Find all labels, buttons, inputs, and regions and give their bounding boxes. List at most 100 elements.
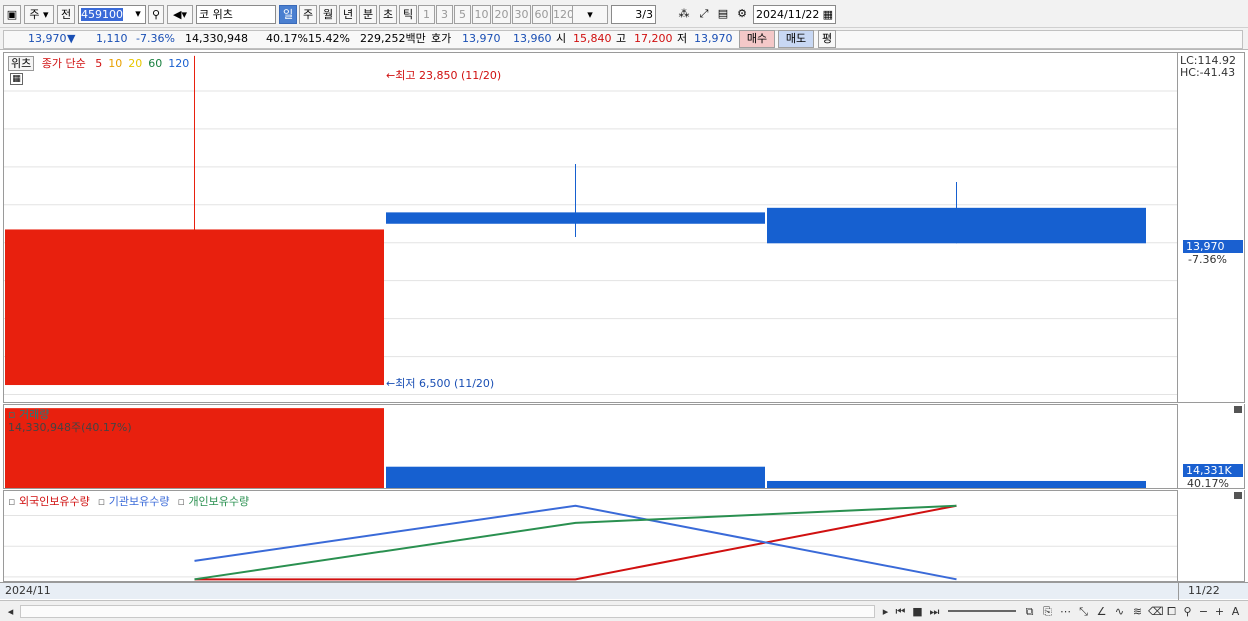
- fib-icon[interactable]: ≋: [1130, 604, 1145, 619]
- ask-label: 호가: [431, 32, 452, 45]
- volume-pct: 40.17%: [266, 32, 308, 45]
- interval-tab-3[interactable]: 10: [472, 5, 491, 24]
- period-tab-0[interactable]: 일: [279, 5, 297, 24]
- copy-icon[interactable]: ⎘: [1040, 604, 1055, 619]
- interval-tab-0[interactable]: 1: [418, 5, 435, 24]
- font-size-icon[interactable]: A: [1228, 604, 1243, 619]
- zoom-out-icon[interactable]: −: [1196, 604, 1211, 619]
- change-value: 1,110: [96, 32, 128, 45]
- draw-tool-icon[interactable]: ⧉: [1022, 604, 1037, 619]
- type-select[interactable]: 주 ▾: [24, 5, 54, 24]
- ask2-value: 13,960: [513, 32, 552, 45]
- legend-marker-icon: ▫: [8, 495, 19, 508]
- price-legend: 위츠 종가 단순 5 10 20 60 120: [8, 55, 189, 71]
- volume-note: 14,330,948주(40.17%): [8, 421, 132, 434]
- date-start: 2024/11: [5, 584, 51, 597]
- type-label: 주: [29, 8, 40, 21]
- holdings-pane[interactable]: ▫ 외국인보유수량 ▫ 기관보유수량 ▫ 개인보유수량: [3, 490, 1178, 582]
- quote-bar: 13,970 ▼ 1,110 -7.36% 14,330,948 40.17% …: [0, 28, 1248, 50]
- period-tab-1[interactable]: 주: [299, 5, 317, 24]
- stop-icon[interactable]: ■: [910, 604, 925, 619]
- code-dropdown-icon[interactable]: ▾: [131, 5, 145, 24]
- scroll-right-icon[interactable]: ▸: [878, 604, 893, 619]
- zoom-in-icon[interactable]: +: [1212, 604, 1227, 619]
- candle-body: [767, 207, 1146, 244]
- holdings-legend-item: ▫ 기관보유수량: [98, 495, 170, 508]
- volume-pane[interactable]: ▫ 거래량 14,330,948주(40.17%): [3, 404, 1178, 489]
- chart-area: 위츠 종가 단순 5 10 20 60 120 ▦ ←최고 23,850 (11/20)…: [0, 50, 1248, 600]
- trendline-icon[interactable]: ⤡: [1076, 604, 1091, 619]
- calendar-icon[interactable]: ▦: [823, 6, 833, 23]
- interval-dropdown[interactable]: ▾: [572, 5, 608, 24]
- holdings-legend-item: ▫ 외국인보유수량: [8, 495, 90, 508]
- holdings-legend: ▫ 외국인보유수량 ▫ 기관보유수량 ▫ 개인보유수량: [8, 493, 257, 509]
- angle-icon[interactable]: ∠: [1094, 604, 1109, 619]
- rewind-icon[interactable]: ⏮: [893, 604, 908, 619]
- high-note: 최고 23,850 (11/20): [395, 69, 502, 82]
- amount-value: 229,252백만: [360, 32, 426, 45]
- volume-pct-label: 40.17%: [1187, 477, 1229, 490]
- scroll-bar: ◂ ▸ ⏮ ■ ⏭ ⧉ ⎘ ⋯ ⤡ ∠ ∿ ≋ ⌫ ⧠ ⚲ − + A: [0, 600, 1248, 621]
- price-pane[interactable]: 위츠 종가 단순 5 10 20 60 120 ▦ ←최고 23,850 (11/20)…: [3, 52, 1178, 403]
- holdings-legend-item: ▫ 개인보유수량: [177, 495, 249, 508]
- scroll-track[interactable]: [20, 605, 875, 618]
- ma-period-4: 120: [168, 57, 190, 70]
- interval-tab-4[interactable]: 20: [492, 5, 511, 24]
- page-field[interactable]: 3/3: [611, 5, 656, 24]
- window-icon[interactable]: ⧠: [1164, 604, 1179, 619]
- scroll-left-icon[interactable]: ◂: [3, 604, 18, 619]
- pane-close-icon[interactable]: [1234, 492, 1242, 499]
- current-price: 13,970: [28, 32, 67, 45]
- crosshair-icon[interactable]: ⤢: [695, 5, 713, 24]
- period-tab-4[interactable]: 분: [359, 5, 377, 24]
- candlestick-chart: [4, 55, 1177, 396]
- high-label: 고: [616, 32, 627, 45]
- period-tab-6[interactable]: 틱: [399, 5, 417, 24]
- zoom-slider[interactable]: [948, 610, 1016, 612]
- holdings-line-2: [194, 504, 957, 581]
- wave-icon[interactable]: ∿: [1112, 604, 1127, 619]
- grid-icon[interactable]: ⋯: [1058, 604, 1073, 619]
- direction-icon: ▼: [67, 32, 76, 45]
- low-value: 13,970: [694, 32, 733, 45]
- binoculars-icon[interactable]: ⁂: [675, 5, 693, 24]
- period-tab-2[interactable]: 월: [319, 5, 337, 24]
- price-axis: LC:114.92 HC:-41.43: [1178, 52, 1245, 403]
- name-field[interactable]: 코 위츠: [196, 5, 276, 24]
- buy-button[interactable]: 매수: [739, 30, 775, 48]
- sell-button[interactable]: 매도: [778, 30, 814, 48]
- ma-period-3: 60: [148, 57, 163, 70]
- ma-period-0: 5: [95, 57, 103, 70]
- zoom-icon[interactable]: ⚲: [1180, 604, 1195, 619]
- layout-icon[interactable]: ▣: [3, 5, 21, 24]
- holdings-line-1: [194, 504, 957, 581]
- pane-close-icon[interactable]: [1234, 406, 1242, 413]
- save-icon[interactable]: ▤: [714, 5, 732, 24]
- open-label: 시: [556, 32, 567, 45]
- period-tab-3[interactable]: 년: [339, 5, 357, 24]
- speaker-icon[interactable]: ◀▾: [167, 5, 193, 24]
- ma-label: 종가 단순: [41, 57, 86, 70]
- interval-tab-6[interactable]: 60: [532, 5, 551, 24]
- gear-icon[interactable]: ⚙: [733, 5, 751, 24]
- ask1-value: 13,970: [462, 32, 501, 45]
- legend-marker-icon: ▫: [177, 495, 189, 508]
- prev-button[interactable]: 전: [57, 5, 75, 24]
- current-pct-label: -7.36%: [1188, 253, 1227, 266]
- interval-tab-7[interactable]: 120: [552, 5, 574, 24]
- period-tab-5[interactable]: 초: [379, 5, 397, 24]
- forward-icon[interactable]: ⏭: [927, 604, 942, 619]
- date-end: 11/22: [1188, 584, 1220, 597]
- name-value: 위츠: [212, 8, 233, 21]
- candle-body: [386, 212, 765, 224]
- search-icon[interactable]: ⚲: [148, 5, 164, 24]
- calculator-icon[interactable]: ▦: [10, 73, 23, 85]
- date-field[interactable]: 2024/11/22 ▦: [753, 5, 836, 24]
- interval-tab-1[interactable]: 3: [436, 5, 453, 24]
- volume-badge: 14,331K: [1183, 464, 1243, 477]
- interval-tab-2[interactable]: 5: [454, 5, 471, 24]
- avg-button[interactable]: 평: [818, 30, 836, 48]
- stock-name: 위츠: [8, 56, 35, 71]
- interval-tab-5[interactable]: 30: [512, 5, 531, 24]
- eraser-icon[interactable]: ⌫: [1148, 604, 1164, 619]
